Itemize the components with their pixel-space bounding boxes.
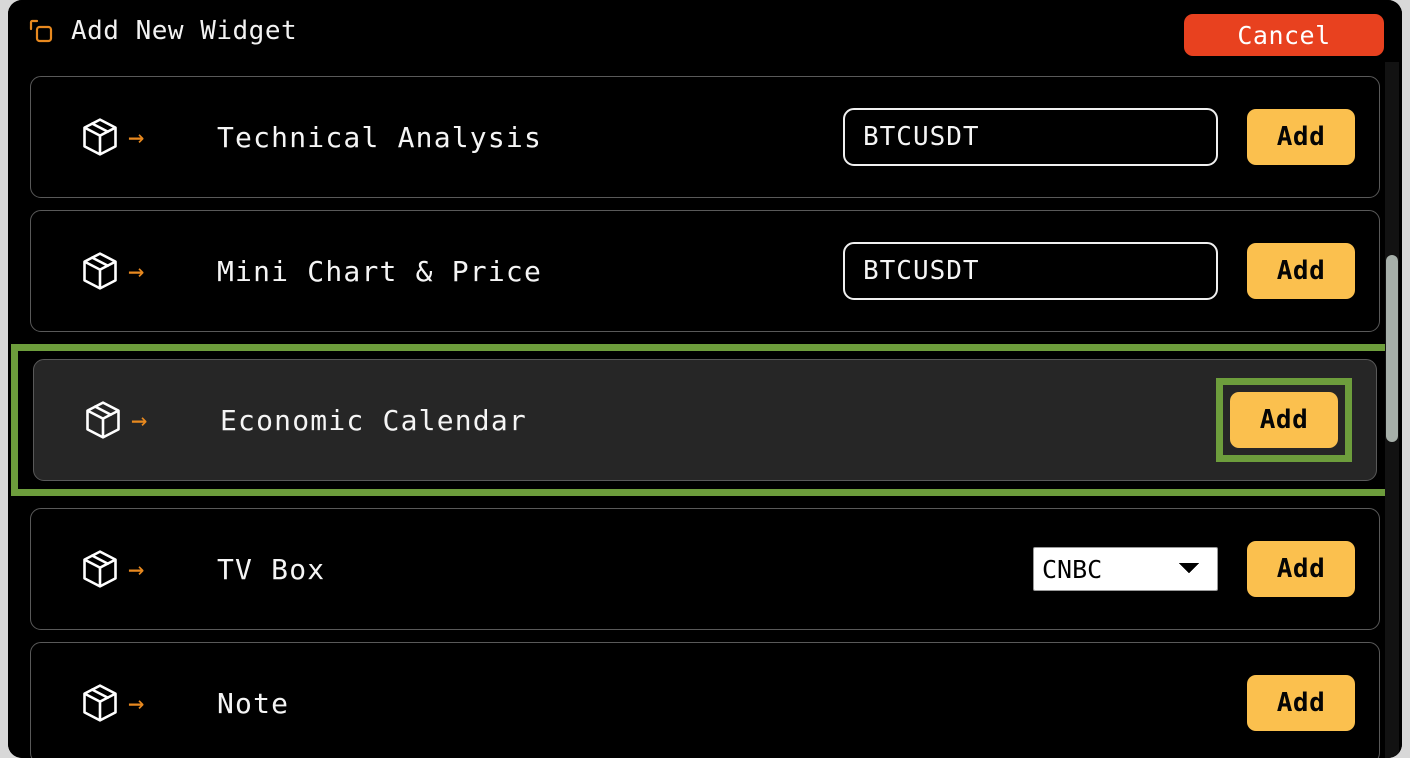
add-button[interactable]: Add	[1230, 392, 1338, 448]
widget-list: → Technical Analysis Add	[8, 62, 1402, 758]
package-box-icon	[82, 399, 124, 441]
package-box-icon	[79, 548, 121, 590]
widget-row-economic-calendar[interactable]: → Economic Calendar Add	[33, 359, 1377, 481]
widget-row-label: Economic Calendar	[220, 403, 527, 437]
widget-row-controls: Add	[1247, 675, 1355, 731]
widget-row-label: Technical Analysis	[217, 120, 543, 154]
widget-row-icon-area: →	[31, 548, 211, 590]
page-title: Add New Widget	[71, 16, 298, 46]
widget-row-wrapper: → Technical Analysis Add	[8, 76, 1402, 198]
add-button[interactable]: Add	[1247, 541, 1355, 597]
widget-row-mini-chart-price[interactable]: → Mini Chart & Price Add	[30, 210, 1380, 332]
vertical-scrollbar[interactable]	[1385, 62, 1399, 758]
widget-row-label: Mini Chart & Price	[217, 254, 543, 288]
copy-widget-icon	[28, 18, 54, 44]
dialog-header-left: Add New Widget	[20, 18, 297, 44]
add-button[interactable]: Add	[1247, 675, 1355, 731]
widget-row-wrapper: → Mini Chart & Price Add	[8, 210, 1402, 332]
widget-row-controls: Add	[843, 242, 1355, 300]
add-widget-dialog: Add New Widget Cancel → Technical Analys…	[8, 0, 1402, 758]
package-box-icon	[79, 250, 121, 292]
arrow-right-icon: →	[128, 553, 145, 585]
widget-row-controls: Add	[1216, 378, 1352, 462]
widget-list-viewport: → Technical Analysis Add	[8, 62, 1402, 758]
add-button[interactable]: Add	[1247, 109, 1355, 165]
cancel-button[interactable]: Cancel	[1184, 14, 1384, 56]
widget-row-note[interactable]: → Note Add	[30, 642, 1380, 758]
widget-row-icon-area: →	[31, 682, 211, 724]
widget-row-label: TV Box	[217, 552, 326, 586]
arrow-right-icon: →	[128, 255, 145, 287]
scrollbar-thumb[interactable]	[1386, 255, 1398, 442]
widget-row-controls: CNBC Add	[1033, 541, 1355, 597]
tv-channel-select[interactable]: CNBC	[1033, 547, 1218, 591]
widget-row-label: Note	[217, 686, 290, 720]
dialog-header: Add New Widget Cancel	[8, 0, 1402, 62]
symbol-input[interactable]	[843, 242, 1218, 300]
widget-row-controls: Add	[843, 108, 1355, 166]
widget-row-icon-area: →	[34, 399, 214, 441]
widget-row-technical-analysis[interactable]: → Technical Analysis Add	[30, 76, 1380, 198]
arrow-right-icon: →	[131, 404, 148, 436]
widget-row-icon-area: →	[31, 116, 211, 158]
widget-row-icon-area: →	[31, 250, 211, 292]
widget-row-wrapper: → Note Add	[8, 642, 1402, 758]
package-box-icon	[79, 682, 121, 724]
package-box-icon	[79, 116, 121, 158]
add-button[interactable]: Add	[1247, 243, 1355, 299]
arrow-right-icon: →	[128, 121, 145, 153]
add-button-focus-ring: Add	[1216, 378, 1352, 462]
widget-row-tv-box[interactable]: → TV Box CNBC Add	[30, 508, 1380, 630]
arrow-right-icon: →	[128, 687, 145, 719]
symbol-input[interactable]	[843, 108, 1218, 166]
widget-row-wrapper: → TV Box CNBC Add	[8, 508, 1402, 630]
widget-row-wrapper-highlighted: → Economic Calendar Add	[8, 344, 1402, 496]
row-highlight-ring: → Economic Calendar Add	[11, 344, 1399, 496]
